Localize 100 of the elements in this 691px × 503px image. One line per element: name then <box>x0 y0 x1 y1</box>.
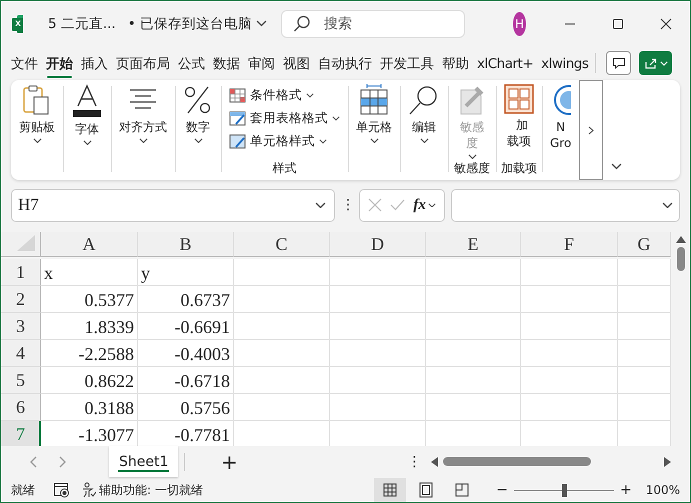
ribbon-tab[interactable]: 开发工具 <box>377 48 437 78</box>
ribbon-button[interactable]: 条件格式 <box>221 84 348 107</box>
group-label: 加载项 <box>500 160 538 177</box>
close-icon[interactable] <box>660 18 672 30</box>
table-cell: -0.6718 <box>138 367 234 394</box>
chevron-down-icon <box>370 138 378 144</box>
ribbon-button[interactable]: 单元格样式 <box>221 130 348 153</box>
column-header[interactable]: B <box>138 232 234 257</box>
ribbon-tab[interactable]: xlChart+ <box>474 50 536 76</box>
insert-function-button[interactable]: fx <box>413 196 436 214</box>
column-header[interactable]: E <box>426 232 521 257</box>
ribbon-tab[interactable]: 帮助 <box>439 48 472 78</box>
zoom-out-button[interactable]: − <box>496 482 508 498</box>
row-header[interactable]: 1 <box>1 259 41 286</box>
formula-field[interactable] <box>451 188 680 222</box>
row-header[interactable]: 7 <box>1 421 41 446</box>
column-header[interactable]: F <box>521 232 618 257</box>
add-sheet-button[interactable]: + <box>219 450 240 474</box>
next-sheet-icon[interactable] <box>59 456 67 468</box>
ribbon-tab[interactable]: xlwings <box>538 50 592 76</box>
ribbon-tab[interactable]: 文件 <box>8 48 41 78</box>
save-status-dropdown[interactable]: • 已保存到这台电脑 <box>128 14 267 32</box>
scroll-up-icon[interactable] <box>676 236 686 243</box>
table-cell: 0.8622 <box>41 367 138 394</box>
app-logo: x <box>11 12 23 34</box>
chevron-down-icon <box>315 202 326 208</box>
ribbon-tab[interactable]: 插入 <box>78 48 111 78</box>
table-cell: -2.2588 <box>41 340 138 367</box>
ribbon-tab[interactable]: 数据 <box>210 48 243 78</box>
ribbon-button[interactable]: 编辑 <box>400 84 448 177</box>
ribbon-button[interactable]: 对齐方式 <box>111 84 175 177</box>
font-color-icon <box>71 84 103 118</box>
scroll-left-icon[interactable] <box>431 456 438 466</box>
ribbon-tab[interactable]: 页面布局 <box>113 48 173 78</box>
table-cell: 0.3188 <box>41 394 138 421</box>
chevron-down-icon <box>306 93 314 98</box>
column-header[interactable]: C <box>234 232 330 257</box>
ribbon-button[interactable]: 剪贴板 <box>11 84 63 177</box>
ribbon-button[interactable]: 加载项 <box>496 84 542 160</box>
name-box[interactable]: H7 <box>11 188 335 222</box>
slider-thumb[interactable] <box>562 484 567 496</box>
row-header[interactable]: 4 <box>1 340 41 367</box>
table-cell: 0.6737 <box>138 286 234 313</box>
row-header[interactable]: 5 <box>1 367 41 394</box>
chevron-down-icon <box>660 60 668 66</box>
chevron-down-icon <box>32 138 42 144</box>
sheet-tab[interactable]: Sheet1 <box>109 446 178 477</box>
ribbon-button[interactable]: 单元格 <box>348 84 400 177</box>
accessibility-icon[interactable] <box>82 482 96 498</box>
row-header[interactable]: 3 <box>1 313 41 340</box>
chevron-down-icon <box>138 138 148 144</box>
ribbon-tab[interactable]: 审阅 <box>245 48 278 78</box>
cell-style-icon <box>229 134 246 149</box>
table-cell: 0.5377 <box>41 286 138 313</box>
check-icon[interactable] <box>390 199 406 211</box>
table-cell: -0.4003 <box>138 340 234 367</box>
row-header[interactable]: 6 <box>1 394 41 421</box>
chevron-down-icon <box>194 138 202 144</box>
normal-view-icon[interactable] <box>374 478 406 502</box>
table-cell: -0.7781 <box>138 421 234 446</box>
more-options-icon[interactable]: ⋮ <box>407 454 422 470</box>
chevron-down-icon <box>662 202 673 208</box>
horizontal-scrollbar[interactable] <box>431 454 672 468</box>
ribbon-tab[interactable]: 视图 <box>280 48 313 78</box>
ribbon-tab[interactable]: 公式 <box>175 48 208 78</box>
maximize-icon[interactable] <box>612 18 624 30</box>
column-header[interactable]: D <box>330 232 426 257</box>
scroll-right-icon[interactable] <box>664 456 672 466</box>
zoom-in-button[interactable]: + <box>620 482 632 498</box>
macro-record-icon[interactable] <box>53 482 70 498</box>
ribbon-scroll-button[interactable] <box>579 80 604 180</box>
chevron-down-icon <box>610 163 622 170</box>
search-field[interactable]: 搜索 <box>280 10 465 38</box>
chevron-down-icon <box>420 138 428 144</box>
chevron-down-icon <box>332 116 340 121</box>
ribbon-tab[interactable]: 自动执行 <box>315 48 375 78</box>
accessibility-status[interactable]: 辅助功能: 一切就绪 <box>99 482 203 498</box>
document-title: 5 二元直... <box>48 14 116 32</box>
column-header[interactable]: G <box>618 232 671 257</box>
previous-sheet-icon[interactable] <box>29 456 37 468</box>
scroll-thumb[interactable] <box>443 457 592 466</box>
conditional-format-icon <box>229 88 246 103</box>
ribbon-tab[interactable]: 开始 <box>43 48 76 78</box>
ribbon-button[interactable]: 套用表格格式 <box>221 107 348 130</box>
share-button[interactable] <box>639 51 672 75</box>
ribbon-button[interactable]: 字体 <box>63 84 111 177</box>
account-avatar[interactable]: H <box>512 12 526 36</box>
row-header[interactable]: 2 <box>1 286 41 313</box>
scroll-thumb[interactable] <box>676 247 684 271</box>
group-label: 敏感度 <box>453 160 491 177</box>
group-label: 样式 <box>272 160 298 177</box>
chevron-right-icon <box>588 126 594 134</box>
search-icon <box>292 14 311 32</box>
table-cell: -0.6691 <box>138 313 234 340</box>
more-options-icon[interactable]: ⋮ <box>341 197 353 213</box>
table-cell: -1.3077 <box>41 421 138 446</box>
comments-button[interactable] <box>606 51 632 75</box>
column-header[interactable]: A <box>41 232 138 257</box>
percent-icon <box>183 84 213 116</box>
ribbon-button[interactable]: 数字 <box>175 84 221 177</box>
